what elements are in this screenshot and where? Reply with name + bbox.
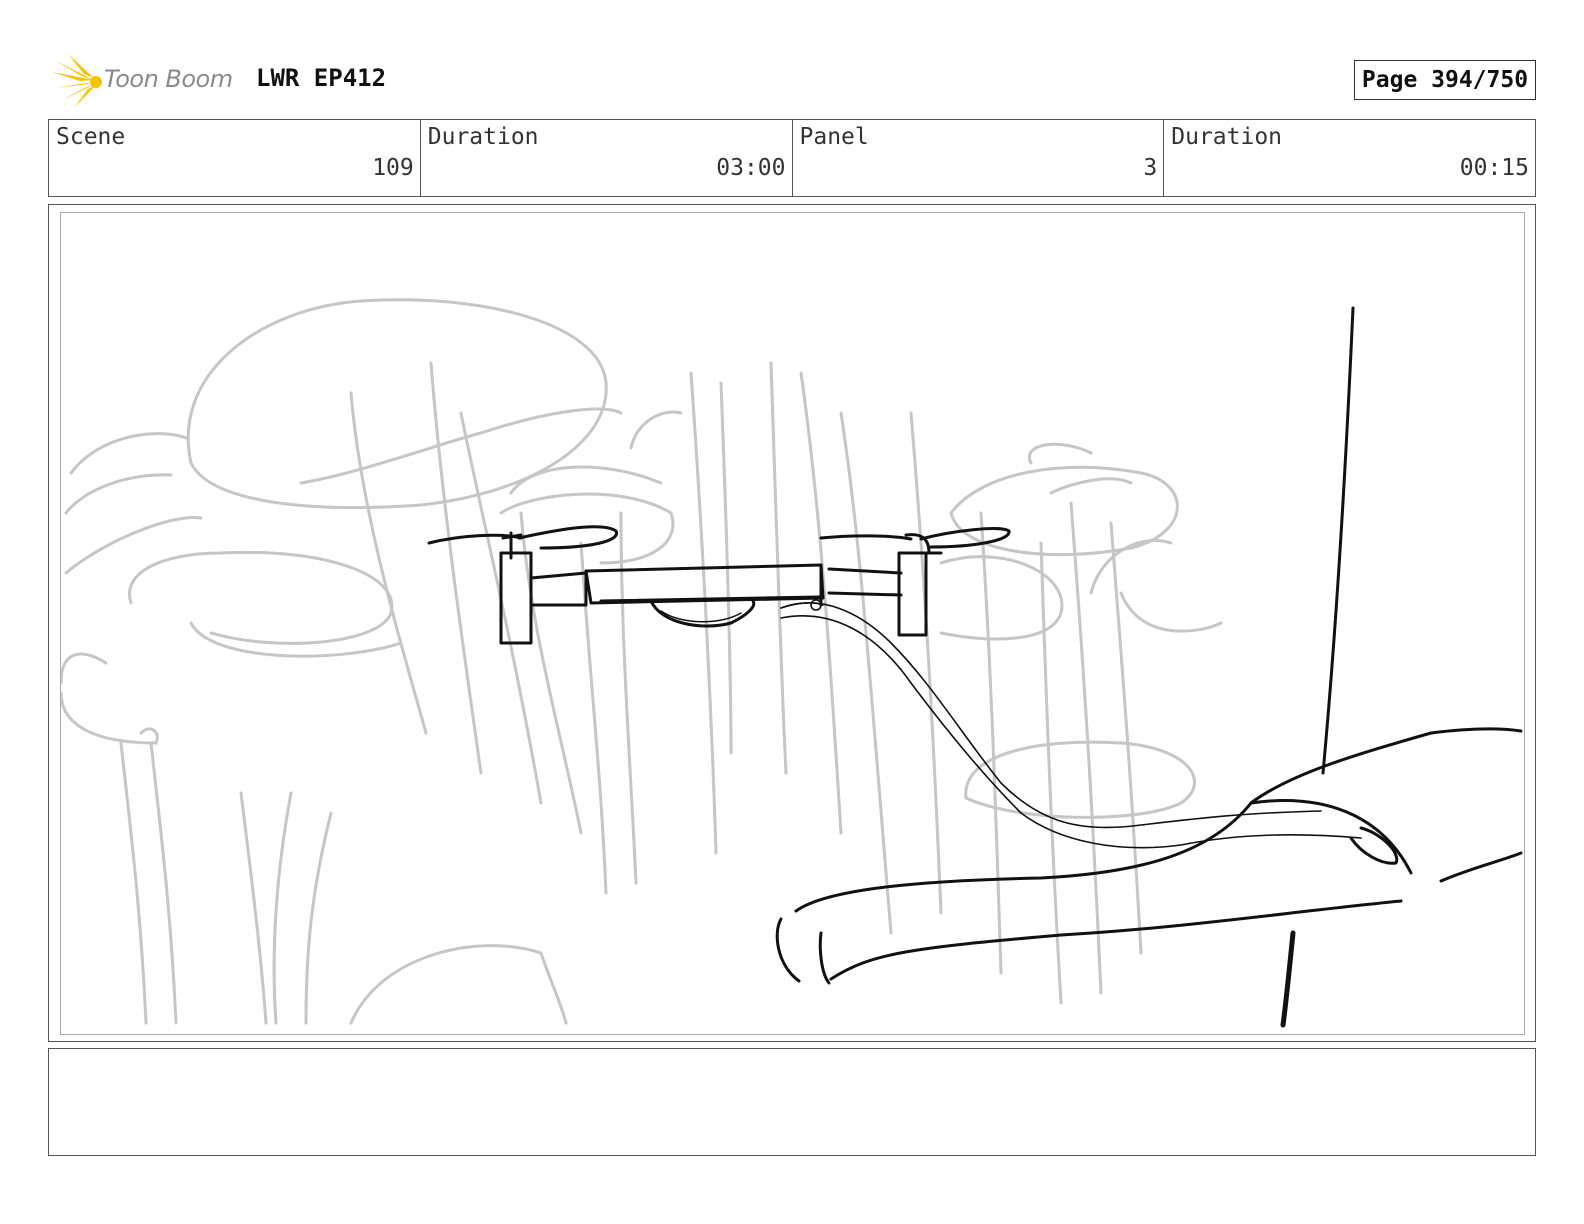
scene-duration-value: 03:00 [716, 155, 786, 181]
panel-label: Panel [799, 124, 869, 150]
scene-duration-label: Duration [427, 124, 539, 150]
scene-cell: Scene 109 [49, 120, 421, 196]
sketch-illustration [61, 298, 1523, 1028]
project-title: LWR EP412 [256, 64, 387, 92]
panel-value: 3 [1143, 155, 1158, 181]
panel-duration-label: Duration [1171, 124, 1283, 150]
scene-label: Scene [56, 124, 126, 150]
caption-box [48, 1048, 1536, 1156]
storyboard-drawing [60, 212, 1525, 1035]
panel-duration-value: 00:15 [1459, 155, 1529, 181]
page-indicator: Page 394/750 [1354, 60, 1536, 100]
scene-value: 109 [372, 155, 414, 181]
logo-wordmark: Toon Boom [104, 65, 233, 93]
panel-duration-cell: Duration 00:15 [1164, 120, 1535, 196]
panel-cell: Panel 3 [793, 120, 1165, 196]
scene-duration-cell: Duration 03:00 [421, 120, 793, 196]
scene-info-table: Scene 109 Duration 03:00 Panel 3 Duratio… [48, 119, 1536, 197]
